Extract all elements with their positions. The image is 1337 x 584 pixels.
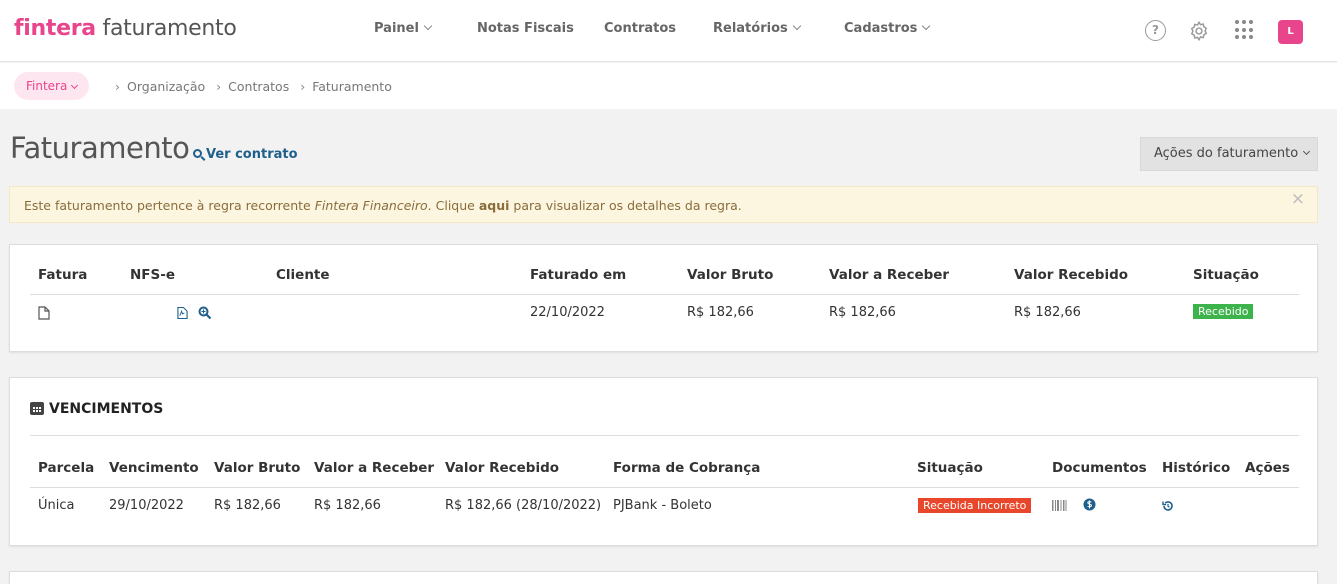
nav-item-cadastros[interactable]: Cadastros	[844, 21, 931, 36]
nav-label: Notas Fiscais	[477, 21, 574, 36]
nav-label: Contratos	[604, 21, 677, 36]
ver-contrato-link[interactable]: Ver contrato	[193, 147, 298, 162]
breadcrumb-faturamento[interactable]: Faturamento	[312, 79, 392, 94]
org-selector[interactable]: Fintera	[14, 72, 90, 100]
alert-text: Este faturamento pertence à regra recorr…	[24, 198, 315, 213]
page-title: Faturamento	[10, 131, 190, 165]
breadcrumb-separator: ›	[300, 79, 306, 94]
logo-product: faturamento	[102, 16, 237, 41]
col-header-valor-recebido: Valor Recebido	[445, 460, 560, 476]
cell-parcela: Única	[38, 498, 75, 513]
breadcrumb-separator: ›	[115, 79, 120, 94]
col-header-valor-bruto: Valor Bruto	[687, 267, 774, 283]
breadcrumb: › Organização › Contratos › Faturamento	[108, 79, 392, 94]
apps-grid-icon[interactable]	[1235, 20, 1255, 40]
nav-label: Cadastros	[844, 21, 918, 36]
cell-vencimento: 29/10/2022	[109, 498, 184, 513]
top-navbar: fintera faturamento Painel Notas Fiscais…	[0, 0, 1337, 62]
table-divider	[30, 294, 1299, 295]
payment-icon[interactable]	[1083, 498, 1096, 515]
next-card	[9, 571, 1318, 584]
alert-link[interactable]: aqui	[479, 198, 510, 213]
search-icon	[193, 149, 202, 158]
col-header-parcela: Parcela	[38, 460, 95, 476]
calendar-icon	[30, 402, 44, 415]
org-label: Fintera	[26, 79, 68, 93]
nav-label: Relatórios	[713, 21, 788, 36]
chevron-down-icon	[922, 21, 931, 31]
barcode-icon[interactable]	[1052, 500, 1067, 515]
col-header-historico: Histórico	[1162, 460, 1231, 476]
logo-brand: fintera	[14, 16, 96, 41]
alert-rule-name: Fintera Financeiro	[314, 198, 428, 213]
breadcrumb-bar: Fintera › Organização › Contratos › Faturam…	[0, 63, 1337, 109]
alert-text: para visualizar os detalhes da regra.	[509, 198, 742, 213]
chevron-down-icon	[423, 21, 433, 31]
col-header-fatura: Fatura	[38, 267, 88, 283]
cell-valor-recebido: R$ 182,66	[1014, 305, 1081, 320]
gear-icon[interactable]	[1188, 20, 1210, 46]
col-header-faturado-em: Faturado em	[530, 267, 627, 283]
cell-faturado-em: 22/10/2022	[530, 305, 605, 320]
col-header-documentos: Documentos	[1052, 460, 1147, 476]
col-header-valor-a-receber: Valor a Receber	[829, 267, 950, 283]
vencimentos-card: VENCIMENTOS Parcela Vencimento Valor Bru…	[9, 377, 1318, 546]
nav-item-contratos[interactable]: Contratos	[604, 21, 676, 36]
nav-item-relatorios[interactable]: Relatórios	[713, 21, 801, 36]
col-header-nfse: NFS-e	[130, 267, 176, 283]
chevron-down-icon	[1303, 147, 1311, 156]
cell-valor-recebido: R$ 182,66 (28/10/2022)	[445, 498, 602, 513]
close-icon[interactable]: ×	[1291, 187, 1305, 211]
acoes-faturamento-button[interactable]: Ações do faturamento	[1140, 137, 1318, 171]
breadcrumb-organizacao[interactable]: Organização	[127, 79, 205, 94]
cell-valor-bruto: R$ 182,66	[214, 498, 281, 513]
ver-contrato-label: Ver contrato	[206, 147, 298, 162]
col-header-valor-bruto: Valor Bruto	[214, 460, 301, 476]
section-title: VENCIMENTOS	[30, 400, 163, 417]
col-header-vencimento: Vencimento	[109, 460, 199, 476]
acoes-label: Ações do faturamento	[1154, 146, 1299, 161]
nav-item-notas-fiscais[interactable]: Notas Fiscais	[477, 21, 574, 36]
table-divider	[30, 487, 1299, 488]
breadcrumb-contratos[interactable]: Contratos	[228, 79, 289, 94]
cell-valor-bruto: R$ 182,66	[687, 305, 754, 320]
document-icon[interactable]	[38, 306, 50, 324]
col-header-acoes: Ações	[1245, 460, 1290, 476]
chevron-down-icon	[71, 81, 79, 90]
info-alert: Este faturamento pertence à regra recorr…	[9, 186, 1318, 223]
history-icon[interactable]	[1162, 500, 1174, 516]
col-header-forma-cobranca: Forma de Cobrança	[613, 460, 761, 476]
cell-valor-a-receber: R$ 182,66	[829, 305, 896, 320]
cell-forma-cobranca: PJBank - Boleto	[613, 498, 712, 513]
help-icon[interactable]: ?	[1145, 20, 1166, 41]
cell-valor-a-receber: R$ 182,66	[314, 498, 381, 513]
breadcrumb-separator: ›	[216, 79, 222, 94]
col-header-situacao: Situação	[917, 460, 983, 476]
zoom-icon[interactable]	[198, 306, 212, 324]
section-title-label: VENCIMENTOS	[49, 401, 164, 417]
col-header-valor-a-receber: Valor a Receber	[314, 460, 435, 476]
chevron-down-icon	[792, 21, 801, 31]
pdf-icon[interactable]	[177, 306, 188, 324]
col-header-cliente: Cliente	[276, 267, 330, 283]
invoice-card: Fatura NFS-e Cliente Faturado em Valor B…	[9, 244, 1318, 352]
col-header-situacao: Situação	[1193, 267, 1259, 283]
avatar[interactable]: L	[1278, 20, 1303, 44]
app-logo[interactable]: fintera faturamento	[14, 16, 237, 41]
alert-text: . Clique	[427, 198, 479, 213]
col-header-valor-recebido: Valor Recebido	[1014, 267, 1129, 283]
status-badge: Recebido	[1193, 304, 1254, 319]
section-divider	[30, 435, 1299, 436]
status-badge: Recebida Incorreto	[918, 498, 1032, 513]
nav-item-painel[interactable]: Painel	[374, 21, 433, 36]
nav-label: Painel	[374, 21, 419, 36]
